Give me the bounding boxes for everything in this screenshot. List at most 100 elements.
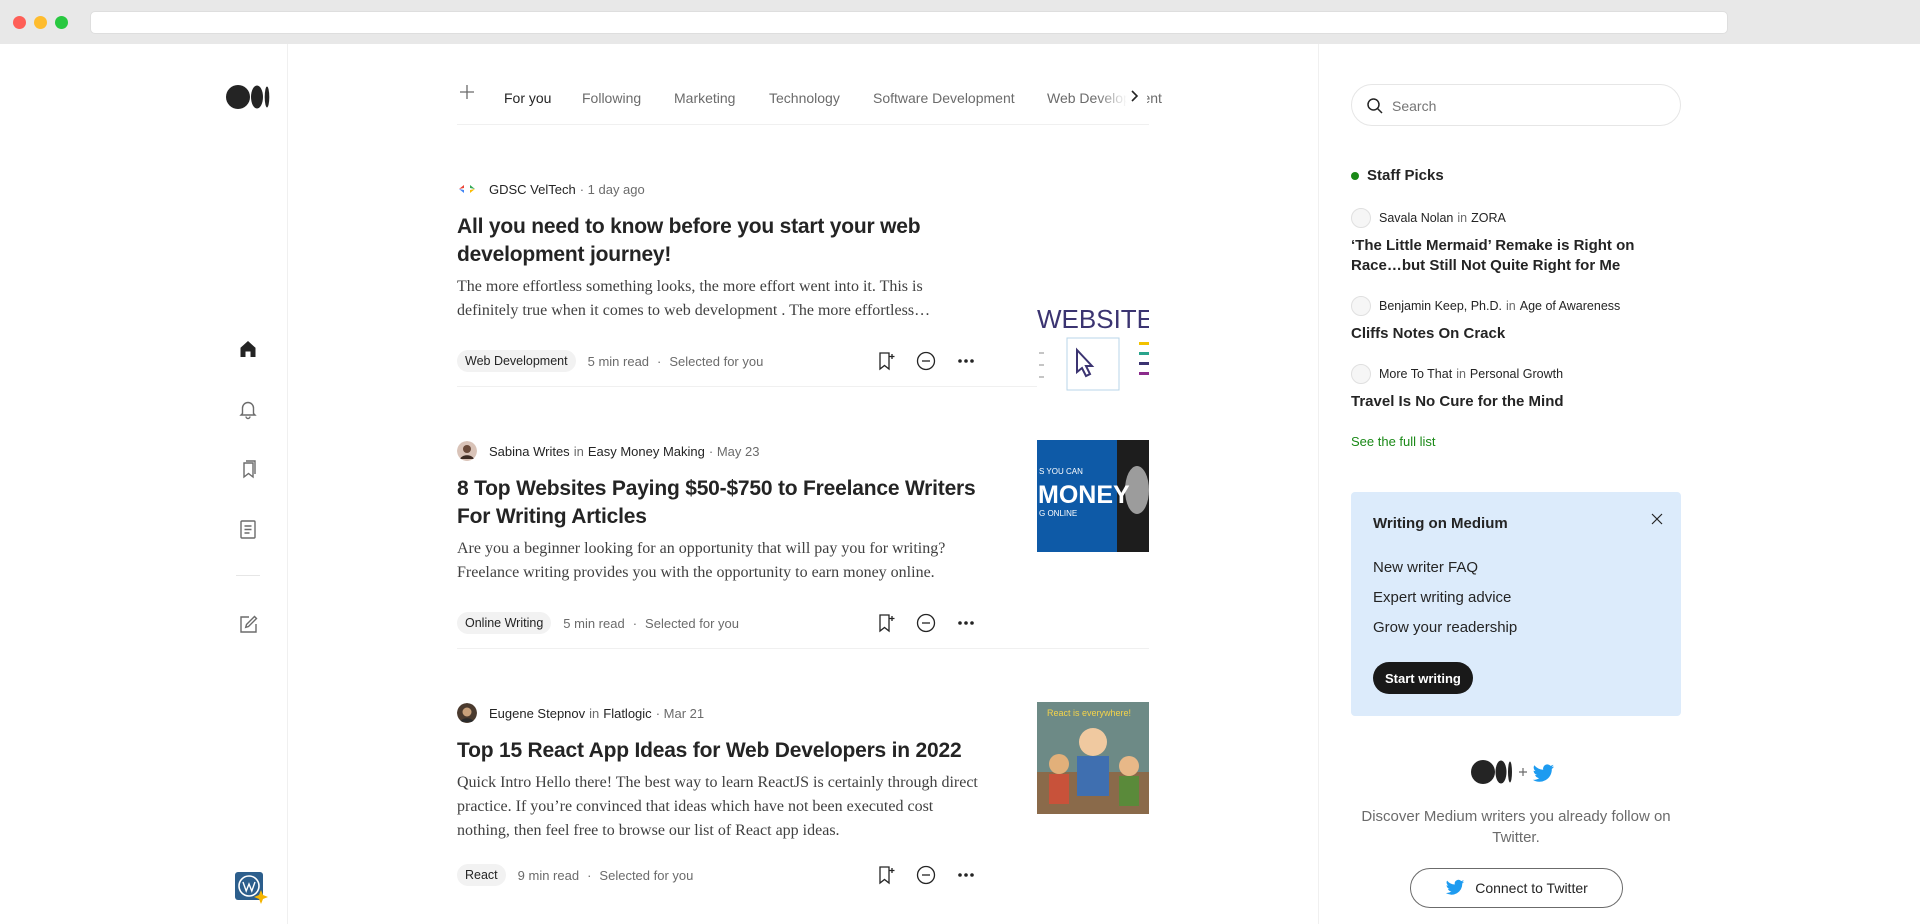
medium-logo[interactable] <box>226 84 270 110</box>
read-time: 5 min read <box>587 353 650 369</box>
post-title[interactable]: Top 15 React App Ideas for Web Developer… <box>457 737 997 765</box>
expert-writing-advice-link[interactable]: Expert writing advice <box>1373 589 1511 606</box>
home-icon[interactable] <box>236 337 260 361</box>
twitter-icon <box>1446 879 1465 895</box>
user-avatar[interactable] <box>235 872 269 906</box>
pick-meta: More To That in Personal Growth <box>1351 364 1681 384</box>
read-time: 9 min read <box>517 867 580 883</box>
selected-label: Selected for you <box>645 615 739 631</box>
see-full-list-link[interactable]: See the full list <box>1351 434 1436 449</box>
post-date: · Mar 21 <box>655 705 705 721</box>
pick-publication[interactable]: Age of Awareness <box>1520 299 1621 313</box>
topic-chip[interactable]: Online Writing <box>457 612 552 634</box>
start-writing-button[interactable]: Start writing <box>1373 662 1473 694</box>
staff-pick-item[interactable]: Benjamin Keep, Ph.D. in Age of Awareness… <box>1351 296 1681 344</box>
stories-icon[interactable] <box>236 517 260 541</box>
address-bar[interactable] <box>90 11 1728 34</box>
save-icon[interactable] <box>875 350 897 372</box>
tab-marketing[interactable]: Marketing <box>674 90 735 106</box>
post-footer: Online Writing 5 min read · Selected for… <box>457 611 977 635</box>
pick-meta: Benjamin Keep, Ph.D. in Age of Awareness <box>1351 296 1681 316</box>
more-icon[interactable] <box>955 350 977 372</box>
post-meta: Eugene Stepnov in Flatlogic · Mar 21 <box>457 703 704 723</box>
author-avatar[interactable] <box>457 179 477 199</box>
grow-readership-link[interactable]: Grow your readership <box>1373 619 1517 636</box>
pick-author[interactable]: Benjamin Keep, Ph.D. <box>1379 299 1502 313</box>
show-less-icon[interactable] <box>915 350 937 372</box>
pick-author[interactable]: More To That <box>1379 367 1452 381</box>
post-card[interactable]: GDSC VelTech · 1 day ago All you need to… <box>457 125 1149 414</box>
author-name[interactable]: Sabina Writes <box>489 444 570 459</box>
post-title[interactable]: 8 Top Websites Paying $50-$750 to Freela… <box>457 475 977 531</box>
post-card[interactable]: Sabina Writes in Easy Money Making · May… <box>457 387 1149 649</box>
twitter-discover-text: Discover Medium writers you already foll… <box>1361 808 1671 846</box>
separator: · <box>587 867 592 883</box>
author-name[interactable]: Eugene Stepnov <box>489 706 585 721</box>
separator: · <box>632 615 638 631</box>
connect-twitter-label: Connect to Twitter <box>1475 880 1588 896</box>
writing-on-medium-card: Writing on Medium New writer FAQ Expert … <box>1351 492 1681 716</box>
thumbnail-text: WEBSITE <box>1037 304 1149 334</box>
separator: · <box>657 353 662 369</box>
pick-title[interactable]: ‘The Little Mermaid’ Remake is Right on … <box>1351 236 1681 276</box>
post-date: · May 23 <box>708 443 760 459</box>
bell-icon[interactable] <box>236 397 260 421</box>
author-avatar[interactable] <box>1351 364 1371 384</box>
author-name[interactable]: GDSC VelTech <box>489 182 576 197</box>
show-less-icon[interactable] <box>915 612 937 634</box>
write-icon[interactable] <box>236 613 260 637</box>
author-avatar[interactable] <box>457 441 477 461</box>
post-excerpt[interactable]: The more effortless something looks, the… <box>457 275 982 323</box>
tab-software-development[interactable]: Software Development <box>873 90 1015 106</box>
post-title[interactable]: All you need to know before you start yo… <box>457 213 997 269</box>
publication-name[interactable]: Easy Money Making <box>588 444 705 459</box>
staff-pick-item[interactable]: More To That in Personal Growth Travel I… <box>1351 364 1681 412</box>
pick-title[interactable]: Travel Is No Cure for the Mind <box>1351 392 1681 412</box>
post-excerpt[interactable]: Are you a beginner looking for an opport… <box>457 537 982 585</box>
connect-twitter-button[interactable]: Connect to Twitter <box>1410 868 1623 908</box>
pick-publication[interactable]: ZORA <box>1471 211 1506 225</box>
staff-pick-item[interactable]: Savala Nolan in ZORA ‘The Little Mermaid… <box>1351 208 1681 276</box>
publication-name[interactable]: Flatlogic <box>603 706 651 721</box>
plus-icon[interactable] <box>459 84 475 100</box>
post-footer: Web Development 5 min read · Selected fo… <box>457 349 977 373</box>
post-card[interactable]: Eugene Stepnov in Flatlogic · Mar 21 Top… <box>457 649 1149 911</box>
save-icon[interactable] <box>875 864 897 886</box>
post-footer: React 9 min read · Selected for you <box>457 863 977 887</box>
chevron-right-icon[interactable] <box>1125 87 1143 105</box>
right-sidebar: Staff Picks Savala Nolan in ZORA ‘The Li… <box>1318 44 1920 924</box>
show-less-icon[interactable] <box>915 864 937 886</box>
search-box[interactable] <box>1351 84 1681 126</box>
topic-chip[interactable]: React <box>457 864 506 886</box>
minimize-window-button[interactable] <box>34 16 47 29</box>
new-writer-faq-link[interactable]: New writer FAQ <box>1373 559 1478 576</box>
feed: For you Following Marketing Technology S… <box>457 44 1162 911</box>
bookmarks-icon[interactable] <box>236 457 260 481</box>
post-thumbnail[interactable]: S YOU CAN MONEY G ONLINE <box>1037 440 1149 552</box>
author-avatar[interactable] <box>1351 208 1371 228</box>
thumbnail-text: S YOU CAN <box>1039 467 1083 476</box>
tab-technology[interactable]: Technology <box>769 90 840 106</box>
post-thumbnail[interactable]: React is everywhere! <box>1037 702 1149 814</box>
search-input[interactable] <box>1392 95 1662 117</box>
save-icon[interactable] <box>875 612 897 634</box>
author-avatar[interactable] <box>1351 296 1371 316</box>
pick-publication[interactable]: Personal Growth <box>1470 367 1563 381</box>
topic-chip[interactable]: Web Development <box>457 350 576 372</box>
maximize-window-button[interactable] <box>55 16 68 29</box>
tab-following[interactable]: Following <box>582 90 641 106</box>
browser-chrome <box>0 0 1920 44</box>
thumbnail-text: G ONLINE <box>1039 509 1077 518</box>
staff-picks-title: Staff Picks <box>1367 167 1444 184</box>
author-avatar[interactable] <box>457 703 477 723</box>
close-icon[interactable] <box>1650 512 1664 526</box>
post-excerpt[interactable]: Quick Intro Hello there! The best way to… <box>457 771 982 843</box>
pick-title[interactable]: Cliffs Notes On Crack <box>1351 324 1681 344</box>
tab-for-you[interactable]: For you <box>504 90 551 106</box>
in-label: in <box>1506 299 1516 313</box>
pick-author[interactable]: Savala Nolan <box>1379 211 1453 225</box>
more-icon[interactable] <box>955 612 977 634</box>
close-window-button[interactable] <box>13 16 26 29</box>
more-icon[interactable] <box>955 864 977 886</box>
in-label: in <box>1456 367 1466 381</box>
